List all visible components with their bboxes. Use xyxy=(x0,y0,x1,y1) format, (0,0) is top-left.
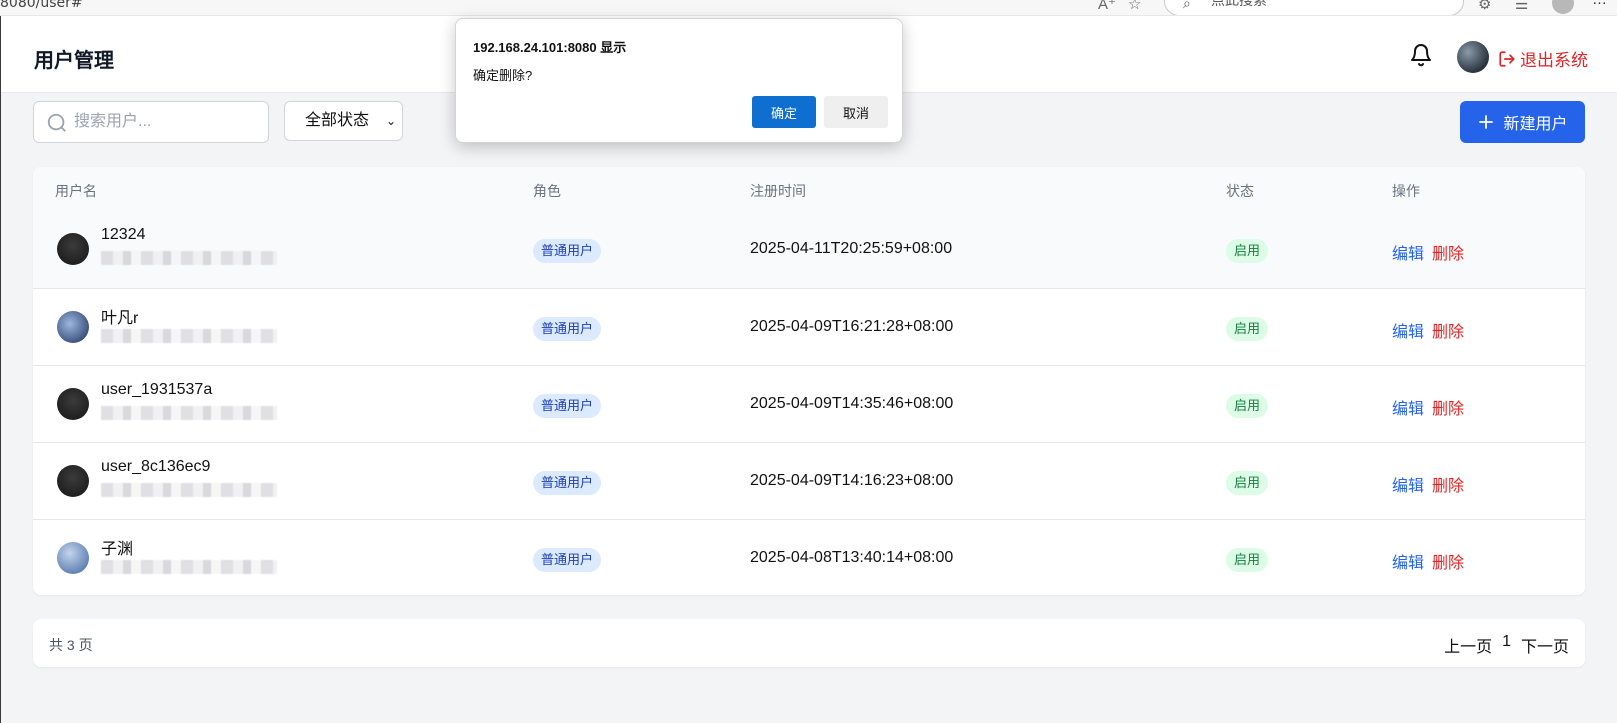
prev-page-button[interactable]: 上一页 xyxy=(1444,633,1492,657)
current-page[interactable]: 1 xyxy=(1502,633,1511,657)
dialog-message: 确定删除? xyxy=(473,68,533,83)
avatar xyxy=(57,233,89,265)
table-row: 叶凡r 普通用户 2025-04-09T16:21:28+08:00 启用 编辑… xyxy=(33,288,1585,365)
role-badge: 普通用户 xyxy=(533,471,602,495)
add-user-button[interactable]: 新建用户 xyxy=(1460,101,1585,143)
add-user-label: 新建用户 xyxy=(1503,116,1568,133)
avatar xyxy=(57,542,89,574)
edit-button[interactable]: 编辑 xyxy=(1392,318,1424,342)
page-title: 用户管理 xyxy=(34,50,114,72)
table-row: 12324 普通用户 2025-04-11T20:25:59+08:00 启用 … xyxy=(33,211,1585,288)
redacted-email xyxy=(101,560,277,574)
user-table: 用户名 角色 注册时间 状态 操作 12324 普通用户 2025-04-11T… xyxy=(33,167,1585,595)
registered-time: 2025-04-09T14:35:46+08:00 xyxy=(750,395,954,412)
role-badge: 普通用户 xyxy=(533,317,602,341)
confirm-dialog: 192.168.24.101:8080 显示 确定删除? 确定 取消 xyxy=(455,18,903,143)
dialog-title: 192.168.24.101:8080 显示 xyxy=(473,40,627,55)
bell-icon[interactable] xyxy=(1409,42,1433,68)
registered-time: 2025-04-09T16:21:28+08:00 xyxy=(750,318,954,335)
status-badge: 启用 xyxy=(1226,317,1269,341)
column-header-actions: 操作 xyxy=(1392,183,1420,199)
username: 叶凡r xyxy=(101,310,139,327)
table-row: user_8c136ec9 普通用户 2025-04-09T14:16:23+0… xyxy=(33,442,1585,519)
logout-label: 退出系统 xyxy=(1520,51,1588,70)
address-bar[interactable]: 8080/user# xyxy=(0,0,83,11)
column-header-status: 状态 xyxy=(1226,183,1254,199)
username: 12324 xyxy=(101,226,146,243)
avatar xyxy=(57,311,89,343)
confirm-button[interactable]: 确定 xyxy=(752,96,816,128)
browser-search-box[interactable]: ⌕ 点此搜索 xyxy=(1164,0,1464,15)
plus-icon xyxy=(1479,115,1494,129)
delete-button[interactable]: 删除 xyxy=(1432,549,1464,573)
avatar[interactable] xyxy=(1457,41,1489,73)
table-header: 用户名 角色 注册时间 状态 操作 xyxy=(33,167,1585,211)
total-pages-text: 共 3 页 xyxy=(49,637,93,653)
column-header-username: 用户名 xyxy=(55,183,97,199)
window-edge xyxy=(0,16,1,723)
username: user_1931537a xyxy=(101,381,213,398)
redacted-email xyxy=(101,483,277,497)
avatar xyxy=(57,465,89,497)
browser-search-placeholder: 点此搜索 xyxy=(1211,0,1267,8)
edit-button[interactable]: 编辑 xyxy=(1392,472,1424,496)
delete-button[interactable]: 删除 xyxy=(1432,395,1464,419)
role-badge: 普通用户 xyxy=(533,239,602,263)
edit-button[interactable]: 编辑 xyxy=(1392,549,1424,573)
username: user_8c136ec9 xyxy=(101,458,211,475)
redacted-email xyxy=(101,251,277,265)
status-badge: 启用 xyxy=(1226,548,1269,572)
status-filter-value: 全部状态 xyxy=(305,112,370,129)
redacted-email xyxy=(101,329,277,343)
redacted-email xyxy=(101,406,277,420)
status-badge: 启用 xyxy=(1226,471,1269,495)
browser-toolbar: 8080/user# A⁺ ☆ ⌕ 点此搜索 ⚙ ☰ … xyxy=(0,0,1617,16)
table-row: user_1931537a 普通用户 2025-04-09T14:35:46+0… xyxy=(33,365,1585,442)
delete-button[interactable]: 删除 xyxy=(1432,318,1464,342)
cancel-button[interactable]: 取消 xyxy=(824,96,888,128)
table-row: 子渊 普通用户 2025-04-08T13:40:14+08:00 启用 编辑 … xyxy=(33,519,1585,595)
reading-list-icon[interactable]: ☰ xyxy=(1515,0,1528,13)
delete-button[interactable]: 删除 xyxy=(1432,240,1464,264)
status-badge: 启用 xyxy=(1226,239,1269,263)
edit-button[interactable]: 编辑 xyxy=(1392,395,1424,419)
pagination-controls: 上一页 1 下一页 xyxy=(1444,633,1569,657)
browser-more-icon[interactable]: … xyxy=(1592,0,1607,8)
search-icon: ⌕ xyxy=(1183,0,1191,11)
logout-icon xyxy=(1499,50,1515,67)
search-input[interactable] xyxy=(74,110,260,134)
role-badge: 普通用户 xyxy=(533,394,602,418)
next-page-button[interactable]: 下一页 xyxy=(1521,633,1569,657)
favorite-star-icon[interactable]: ☆ xyxy=(1128,0,1141,13)
registered-time: 2025-04-08T13:40:14+08:00 xyxy=(750,549,954,566)
registered-time: 2025-04-09T14:16:23+08:00 xyxy=(750,472,954,489)
pagination-bar: 共 3 页 上一页 1 下一页 xyxy=(33,619,1585,667)
read-aloud-icon[interactable]: A⁺ xyxy=(1098,0,1116,13)
extensions-icon[interactable]: ⚙ xyxy=(1478,0,1491,13)
registered-time: 2025-04-11T20:25:59+08:00 xyxy=(750,240,953,257)
delete-button[interactable]: 删除 xyxy=(1432,472,1464,496)
username: 子渊 xyxy=(101,541,134,558)
status-filter-select[interactable]: 全部状态 ⌄ xyxy=(284,101,403,141)
column-header-registered: 注册时间 xyxy=(750,183,806,199)
chevron-down-icon: ⌄ xyxy=(385,114,396,128)
logout-button[interactable]: 退出系统 xyxy=(1498,46,1588,71)
avatar xyxy=(57,388,89,420)
search-icon xyxy=(47,113,66,132)
role-badge: 普通用户 xyxy=(533,548,602,572)
edit-button[interactable]: 编辑 xyxy=(1392,240,1424,264)
search-container xyxy=(33,101,269,143)
browser-profile-avatar[interactable] xyxy=(1552,0,1574,14)
column-header-role: 角色 xyxy=(533,183,561,199)
status-badge: 启用 xyxy=(1226,394,1269,418)
